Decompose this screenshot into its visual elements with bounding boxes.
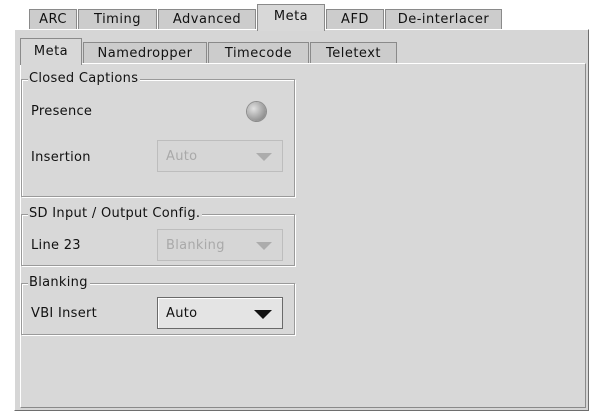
insertion-select[interactable]: Auto (157, 140, 283, 172)
line23-label: Line 23 (31, 238, 81, 253)
vbi-insert-label: VBI Insert (31, 306, 98, 321)
sd-config-title: SD Input / Output Config. (28, 206, 203, 221)
tab-advanced[interactable]: Advanced (158, 9, 256, 30)
insertion-label: Insertion (31, 150, 91, 165)
tab-afd[interactable]: AFD (326, 9, 384, 30)
subtab-namedropper[interactable]: Namedropper (83, 42, 207, 64)
vbi-insert-select-value: Auto (166, 306, 198, 321)
subtab-teletext[interactable]: Teletext (310, 42, 397, 64)
line23-select-value: Blanking (166, 238, 225, 253)
chevron-down-icon (256, 153, 272, 161)
closed-captions-title: Closed Captions (28, 71, 141, 86)
tab-meta[interactable]: Meta (257, 4, 325, 31)
tab-de-interlacer[interactable]: De-interlacer (385, 9, 502, 30)
closed-captions-group (21, 79, 295, 197)
subtab-meta[interactable]: Meta (20, 38, 82, 65)
presence-label: Presence (31, 104, 93, 119)
insertion-select-value: Auto (166, 149, 198, 164)
blanking-title: Blanking (28, 275, 90, 290)
chevron-down-icon (256, 242, 272, 250)
line23-select[interactable]: Blanking (157, 229, 283, 261)
chevron-down-icon (254, 310, 272, 319)
tab-timing[interactable]: Timing (78, 9, 157, 30)
subtab-timecode[interactable]: Timecode (208, 42, 309, 64)
vbi-insert-select[interactable]: Auto (157, 297, 283, 329)
tab-arc[interactable]: ARC (29, 9, 77, 30)
presence-indicator-led (247, 102, 266, 121)
